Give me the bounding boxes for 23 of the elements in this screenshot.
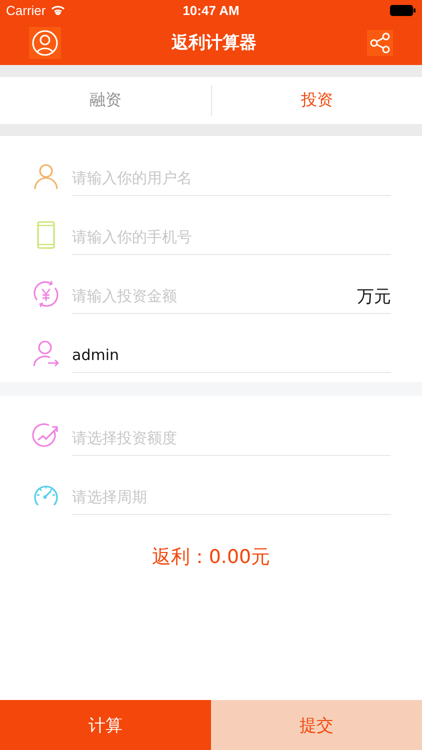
input-field[interactable]: 请选择周期 — [72, 488, 391, 506]
app-title: 返利计算器 — [172, 32, 256, 54]
status-time: 10:47 AM — [182, 2, 240, 18]
user-icon — [31, 28, 59, 56]
calculate-button[interactable]: 计算 — [0, 700, 211, 750]
growth-icon — [32, 422, 60, 450]
input-field[interactable]: 请选择投资额度 — [72, 429, 391, 447]
input-field[interactable]: 请输入投资金额 — [72, 287, 357, 305]
person-icon — [32, 162, 60, 190]
share-icon — [369, 32, 391, 54]
battery-icon — [390, 4, 416, 16]
wifi-icon — [50, 5, 65, 15]
carrier-name: Carrier — [6, 2, 46, 18]
profile-button[interactable] — [29, 26, 61, 58]
share-button[interactable] — [367, 30, 393, 56]
input-field[interactable]: 请输入你的用户名 — [72, 169, 391, 187]
unit-label: 万元 — [357, 286, 391, 308]
submit-button[interactable]: 提交 — [211, 700, 422, 750]
input-field[interactable]: 请输入你的手机号 — [72, 228, 391, 246]
input-field[interactable]: admin — [72, 346, 391, 364]
user-arrow-icon — [32, 338, 60, 366]
yen-icon — [32, 280, 60, 308]
result-text: 返利：0.00元 — [150, 545, 272, 570]
